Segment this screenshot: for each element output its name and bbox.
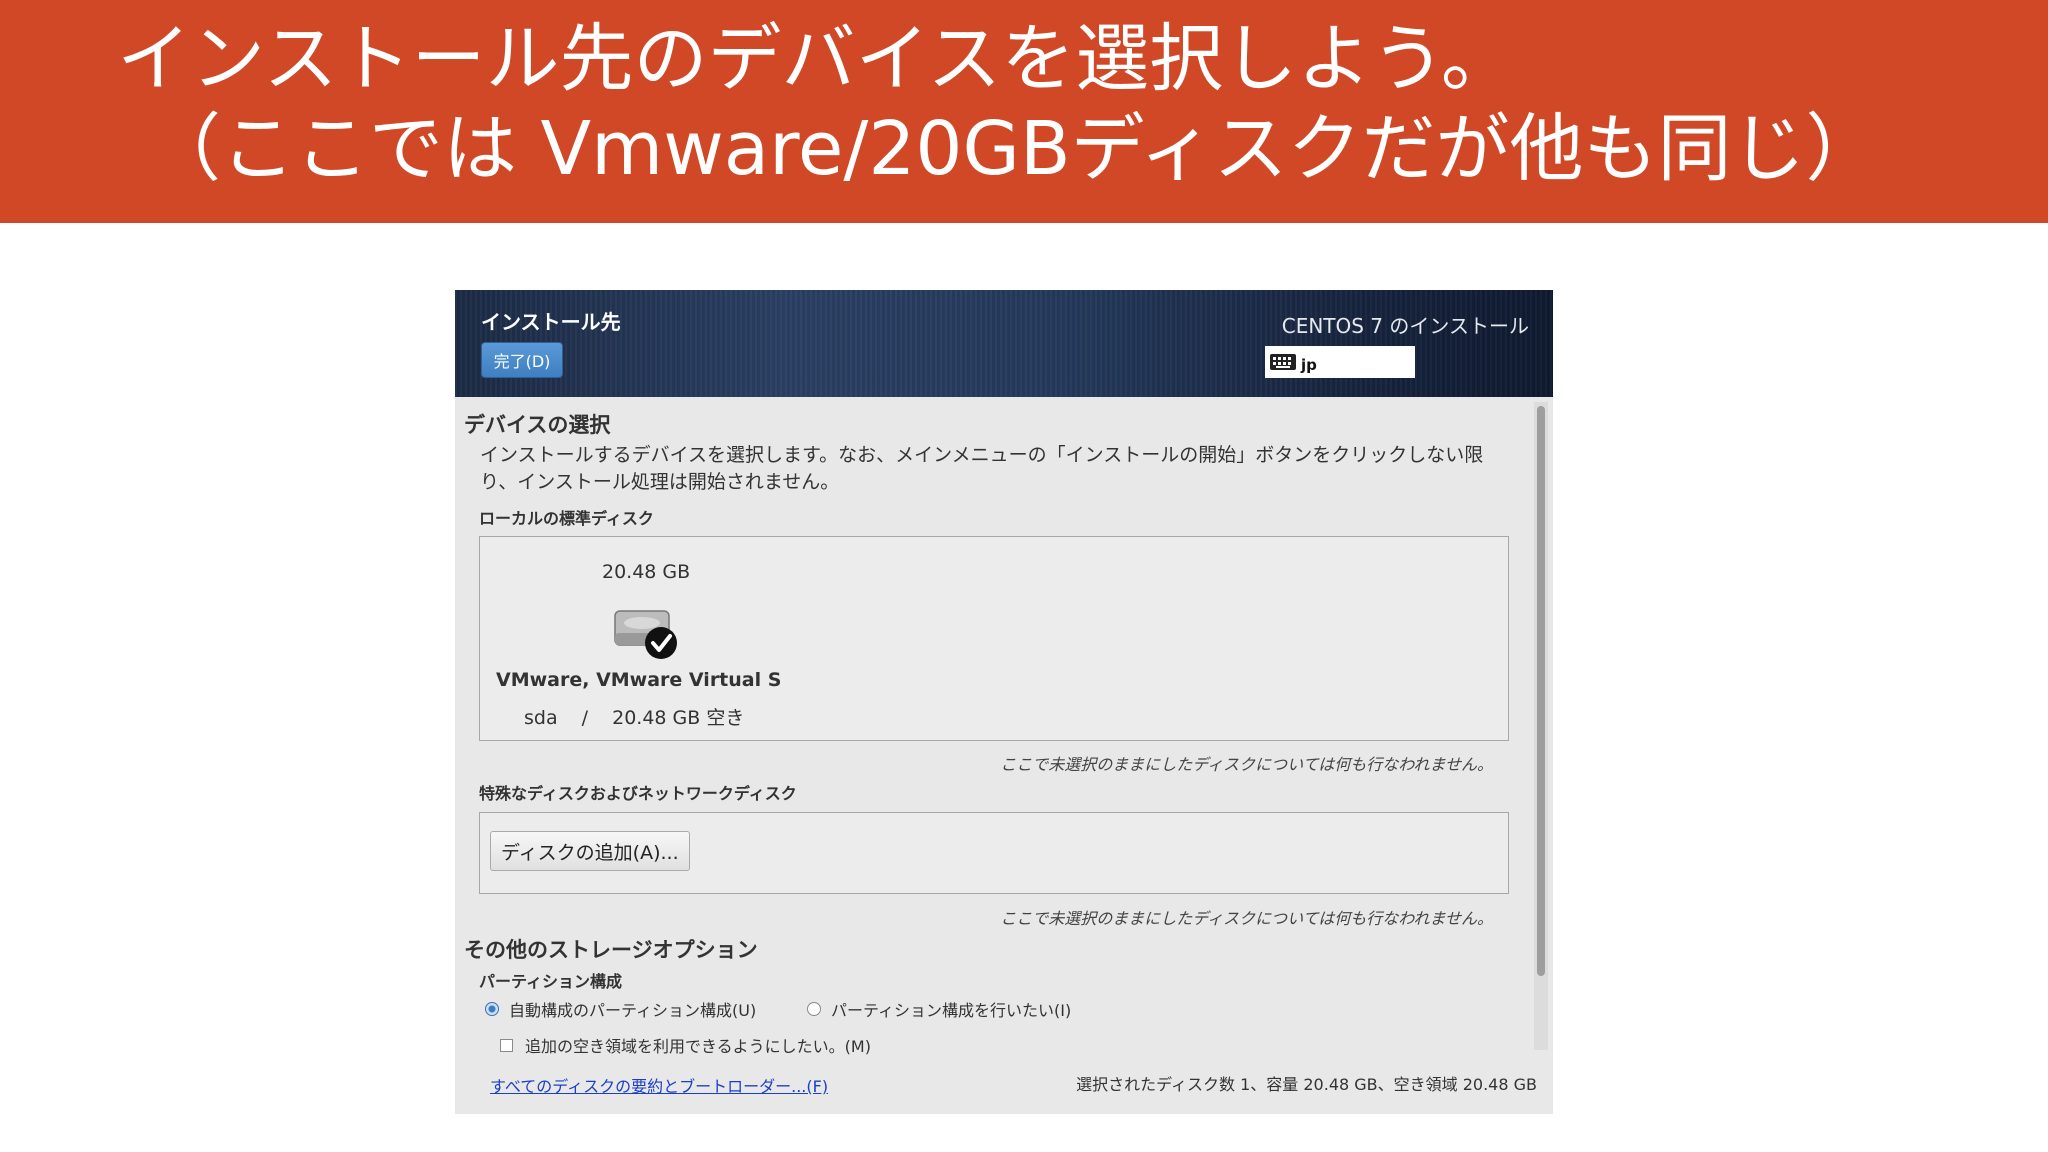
installer-topbar: インストール先 完了(D) CENTOS 7 のインストール jp [455, 290, 1553, 397]
manual-partition-radio[interactable] [807, 1002, 821, 1016]
special-disks-box: ディスクの追加(A)... [479, 812, 1509, 894]
local-disks-label: ローカルの標準ディスク [479, 509, 654, 528]
auto-partition-radio[interactable] [485, 1002, 499, 1016]
disk-summary-text: 選択されたディスク数 1、容量 20.48 GB、空き領域 20.48 GB [1076, 1075, 1537, 1094]
disk-summary-link[interactable]: すべてのディスクの要約とブートローダー...(F) [490, 1073, 828, 1097]
done-button[interactable]: 完了(D) [481, 342, 563, 378]
disk-size: 20.48 GB [602, 561, 691, 583]
disk-free-space: 20.48 GB 空き [612, 707, 745, 729]
special-disks-label: 特殊なディスクおよびネットワークディスク [479, 784, 797, 803]
installer-content: デバイスの選択 インストールするデバイスを選択します。なお、メインメニューの「イ… [455, 397, 1537, 1114]
disk-tile-sda[interactable]: 20.48 GB VMware, VMware Virtual S sda / … [492, 555, 792, 729]
manual-partition-label: パーティション構成を行いたい(I) [831, 1001, 1072, 1020]
product-title: CENTOS 7 のインストール [1281, 314, 1529, 338]
reclaim-space-checkbox[interactable] [500, 1038, 513, 1052]
auto-partition-label: 自動構成のパーティション構成(U) [509, 1001, 757, 1020]
keyboard-layout-indicator[interactable]: jp [1265, 346, 1415, 378]
slide-title: インストール先のデバイスを選択しよう。 （ここでは Vmware/20GBディス… [117, 14, 1879, 194]
slide-title-line1: インストール先のデバイスを選択しよう。 [117, 16, 1515, 102]
disk-device: sda [524, 707, 558, 729]
disk-separator: / [581, 707, 589, 729]
content-scrollbar[interactable] [1534, 402, 1548, 1050]
storage-options-heading: その他のストレージオプション [464, 938, 758, 962]
special-disks-note: ここで未選択のままにしたディスクについては何も行なわれません。 [1000, 909, 1493, 928]
add-disk-button[interactable]: ディスクの追加(A)... [490, 831, 690, 871]
partitioning-label: パーティション構成 [479, 972, 623, 991]
reclaim-space-label: 追加の空き領域を利用できるようにしたい。(M) [525, 1037, 871, 1056]
keyboard-layout-label: jp [1301, 356, 1317, 374]
slide-header: インストール先のデバイスを選択しよう。 （ここでは Vmware/20GBディス… [0, 0, 2048, 223]
hard-disk-icon [614, 610, 677, 659]
spoke-title: インストール先 [481, 310, 621, 334]
installer-window: インストール先 完了(D) CENTOS 7 のインストール jp デバイスの選… [455, 290, 1553, 1114]
local-disks-box: 20.48 GB VMware, VMware Virtual S sda / … [479, 536, 1509, 741]
local-disks-note: ここで未選択のままにしたディスクについては何も行なわれません。 [1000, 755, 1493, 774]
device-selection-description: インストールするデバイスを選択します。なお、メインメニューの「インストールの開始… [480, 444, 1484, 493]
slide-title-line2: （ここでは Vmware/20GBディスクだが他も同じ） [147, 106, 1880, 192]
disk-name: VMware, VMware Virtual S [496, 669, 782, 691]
reclaim-space-option[interactable]: 追加の空き領域を利用できるようにしたい。(M) [500, 1033, 871, 1057]
auto-partition-option[interactable]: 自動構成のパーティション構成(U) [485, 997, 756, 1021]
scrollbar-thumb[interactable] [1537, 406, 1545, 976]
keyboard-icon [1270, 354, 1296, 370]
device-selection-heading: デバイスの選択 [464, 413, 611, 437]
manual-partition-option[interactable]: パーティション構成を行いたい(I) [807, 997, 1071, 1021]
disk-device-info: sda / 20.48 GB 空き [524, 703, 744, 730]
